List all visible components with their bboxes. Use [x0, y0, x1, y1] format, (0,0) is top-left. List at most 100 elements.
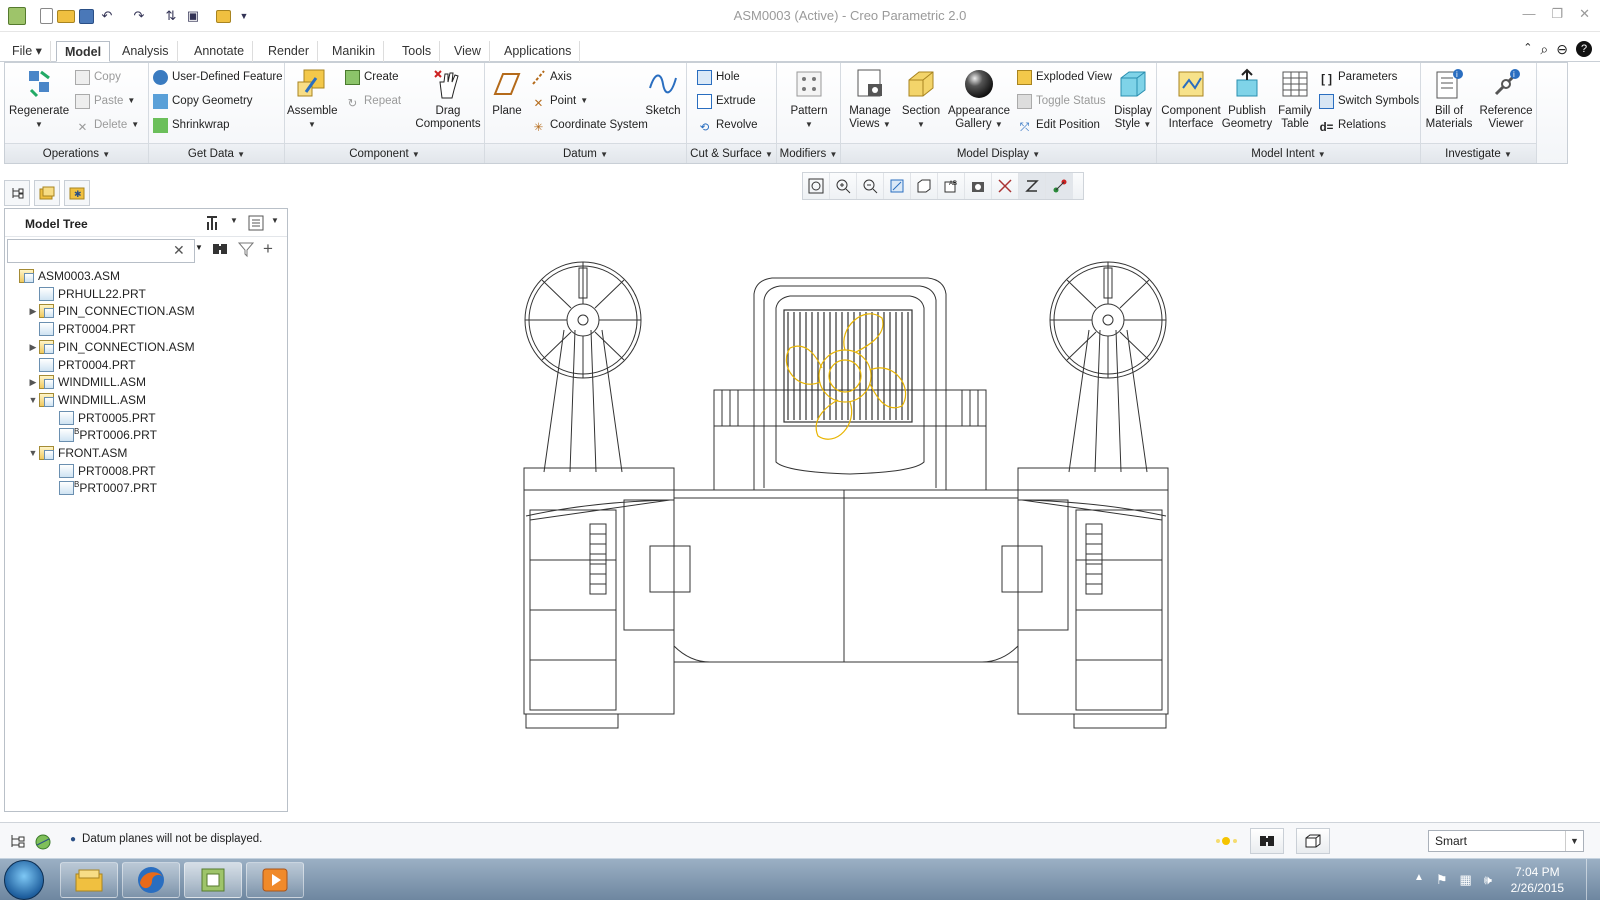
- hole-button[interactable]: Hole: [697, 67, 740, 87]
- family-table-button[interactable]: Family Table: [1275, 65, 1315, 131]
- tree-item[interactable]: ASM0003.ASM: [7, 267, 120, 285]
- show-icon[interactable]: [247, 214, 265, 235]
- tab-model[interactable]: Model: [56, 41, 111, 62]
- clock[interactable]: 7:04 PM 2/26/2015: [1511, 864, 1564, 896]
- tab-analysis[interactable]: Analysis: [114, 41, 178, 62]
- selection-filter-select[interactable]: Smart ▼: [1428, 830, 1584, 852]
- graphics-window[interactable]: [290, 200, 1590, 810]
- tree-item[interactable]: ▶ PIN_CONNECTION.ASM: [27, 338, 195, 356]
- restore-icon[interactable]: ❐: [1551, 6, 1563, 22]
- expand-icon[interactable]: ▶: [27, 302, 39, 320]
- minimize-icon[interactable]: —: [1522, 6, 1535, 22]
- manage-views-button[interactable]: Manage Views ▼: [845, 65, 895, 131]
- find-icon[interactable]: [211, 240, 229, 261]
- add-column-icon[interactable]: +: [263, 239, 273, 259]
- annotation-display-icon[interactable]: [1046, 173, 1073, 199]
- group-label-modifiers[interactable]: Modifiers ▼: [777, 143, 840, 163]
- publish-geometry-button[interactable]: Publish Geometry: [1221, 65, 1273, 131]
- create-button[interactable]: Create: [345, 67, 399, 87]
- relations-button[interactable]: d= Relations: [1319, 115, 1386, 135]
- drag-components-button[interactable]: Drag Components: [413, 65, 483, 131]
- regenerate-button[interactable]: Regenerate ▼: [9, 65, 69, 131]
- paste-button[interactable]: Paste ▼: [75, 91, 135, 111]
- network-icon[interactable]: ▦: [1460, 872, 1472, 888]
- tab-view[interactable]: View: [446, 41, 490, 62]
- repaint-icon[interactable]: [884, 173, 911, 199]
- group-label-component[interactable]: Component ▼: [285, 143, 484, 163]
- tree-item[interactable]: PRT0008.PRT: [47, 462, 156, 480]
- parameters-button[interactable]: [ ] Parameters: [1319, 67, 1397, 87]
- search-dropdown-icon[interactable]: ▼: [195, 243, 203, 252]
- zoom-in-icon[interactable]: [830, 173, 857, 199]
- appearance-gallery-button[interactable]: Appearance Gallery ▼: [947, 65, 1011, 131]
- display-style-button[interactable]: Display Style ▼: [1111, 65, 1155, 131]
- show-hidden-icons-icon[interactable]: ▲: [1414, 872, 1424, 888]
- tree-item[interactable]: B PRT0006.PRT: [47, 426, 157, 444]
- group-label-investigate[interactable]: Investigate ▼: [1421, 143, 1536, 163]
- pattern-button[interactable]: Pattern ▼: [781, 65, 837, 131]
- view-manager-icon[interactable]: [965, 173, 992, 199]
- edit-position-button[interactable]: ⤱ Edit Position: [1017, 115, 1100, 135]
- navigator-toggle-icon[interactable]: [8, 833, 26, 854]
- delete-button[interactable]: ✕ Delete ▼: [75, 115, 140, 135]
- model-tree-search-input[interactable]: [7, 239, 195, 263]
- tree-item[interactable]: ▼ FRONT.ASM: [27, 444, 127, 462]
- toggle-status-button[interactable]: Toggle Status: [1017, 91, 1106, 111]
- help-icon[interactable]: ?: [1576, 41, 1592, 57]
- axis-button[interactable]: Axis: [531, 67, 572, 87]
- shrinkwrap-button[interactable]: Shrinkwrap: [153, 115, 230, 135]
- reference-viewer-button[interactable]: i Reference Viewer: [1477, 65, 1535, 131]
- minimize-ribbon-icon[interactable]: ⌃: [1523, 41, 1532, 58]
- find-button[interactable]: [1250, 828, 1284, 854]
- zoom-out-icon[interactable]: [857, 173, 884, 199]
- selection-box-button[interactable]: [1296, 828, 1330, 854]
- group-label-cut-surface[interactable]: Cut & Surface ▼: [687, 143, 776, 163]
- show-desktop-button[interactable]: [1586, 859, 1600, 900]
- tab-file[interactable]: File ▾: [4, 41, 51, 62]
- collapse-icon[interactable]: ▼: [27, 391, 39, 409]
- expand-icon[interactable]: ▶: [27, 373, 39, 391]
- show-dropdown-icon[interactable]: ▼: [271, 216, 279, 225]
- refit-icon[interactable]: [803, 173, 830, 199]
- section-button[interactable]: Section ▼: [899, 65, 943, 131]
- sketch-button[interactable]: Sketch: [643, 65, 683, 118]
- plane-button[interactable]: Plane: [487, 65, 527, 118]
- collapse-icon[interactable]: ▼: [27, 444, 39, 462]
- tree-item[interactable]: PRT0004.PRT: [27, 356, 136, 374]
- display-style-icon[interactable]: [911, 173, 938, 199]
- spin-center-icon[interactable]: [1019, 173, 1046, 199]
- saved-views-icon[interactable]: AB: [938, 173, 965, 199]
- favorites-tab-icon[interactable]: ✱: [64, 180, 90, 206]
- firefox-icon[interactable]: [122, 862, 180, 898]
- tab-annotate[interactable]: Annotate: [186, 41, 254, 62]
- folder-browser-tab-icon[interactable]: [34, 180, 60, 206]
- creo-icon[interactable]: [184, 862, 242, 898]
- tree-item[interactable]: ▶ PIN_CONNECTION.ASM: [27, 302, 195, 320]
- udf-button[interactable]: User-Defined Feature: [153, 67, 283, 87]
- revolve-button[interactable]: ⟲ Revolve: [697, 115, 758, 135]
- media-player-icon[interactable]: [246, 862, 304, 898]
- expand-icon[interactable]: ▶: [27, 338, 39, 356]
- repeat-button[interactable]: ↻ Repeat: [345, 91, 401, 111]
- assemble-button[interactable]: Assemble ▼: [287, 65, 338, 131]
- coordinate-system-button[interactable]: ✳ Coordinate System: [531, 115, 648, 135]
- filter-icon[interactable]: [237, 240, 255, 261]
- tree-item[interactable]: PRT0004.PRT: [27, 320, 136, 338]
- group-label-model-intent[interactable]: Model Intent ▼: [1157, 143, 1420, 163]
- start-button[interactable]: [4, 860, 44, 900]
- settings-icon[interactable]: [203, 214, 223, 235]
- tab-render[interactable]: Render: [260, 41, 318, 62]
- close-icon[interactable]: ✕: [1579, 6, 1590, 22]
- extrude-button[interactable]: Extrude: [697, 91, 756, 111]
- tab-tools[interactable]: Tools: [394, 41, 441, 62]
- tab-applications[interactable]: Applications: [496, 41, 581, 62]
- switch-symbols-button[interactable]: Switch Symbols: [1319, 91, 1419, 111]
- tree-item[interactable]: ▼ WINDMILL.ASM: [27, 391, 146, 409]
- settings-dropdown-icon[interactable]: ▼: [230, 216, 238, 225]
- exploded-view-button[interactable]: Exploded View: [1017, 67, 1112, 87]
- volume-icon[interactable]: 🕪: [1484, 872, 1492, 888]
- tree-item[interactable]: PRT0005.PRT: [47, 409, 156, 427]
- browser-toggle-icon[interactable]: [34, 833, 52, 854]
- bill-of-materials-button[interactable]: i Bill of Materials: [1423, 65, 1475, 131]
- tree-item[interactable]: ▶ WINDMILL.ASM: [27, 373, 146, 391]
